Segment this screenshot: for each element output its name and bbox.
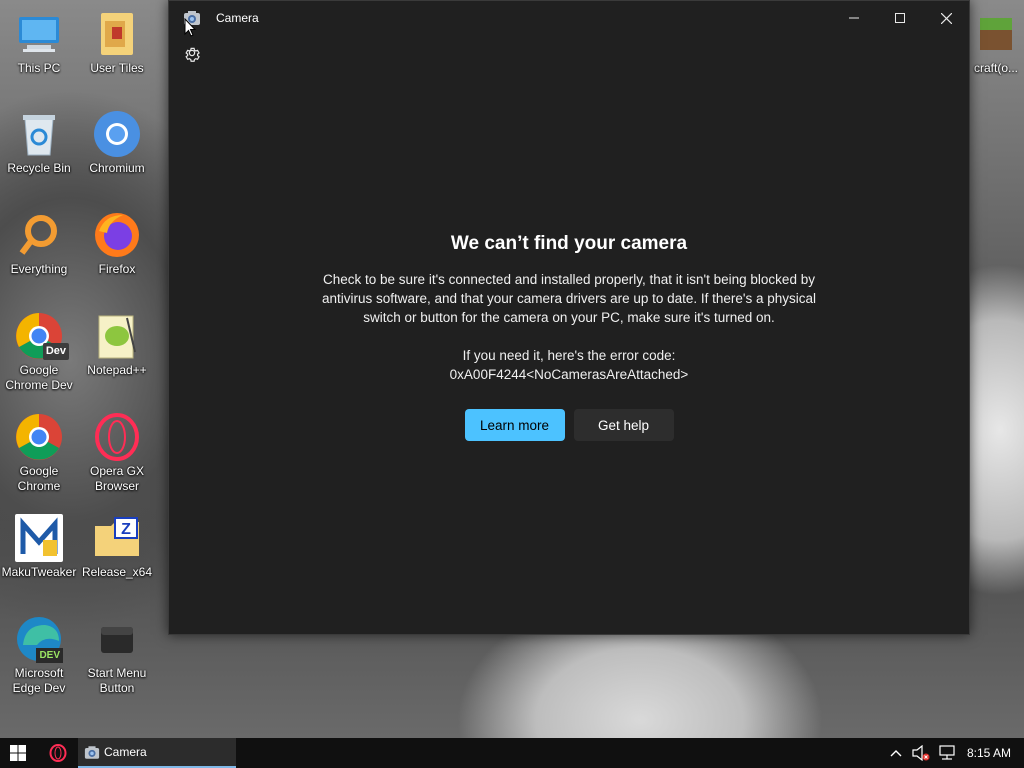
show-hidden-icons-button[interactable] [886, 738, 906, 768]
chrome-icon [15, 413, 63, 461]
minimize-icon [849, 17, 859, 19]
desktop-icon-label: Google Chrome Dev [5, 363, 73, 392]
desktop-icon-edge-dev[interactable]: DEV Microsoft Edge Dev [0, 615, 78, 696]
mouse-cursor-icon [184, 18, 196, 37]
clock[interactable]: 8:15 AM [962, 738, 1016, 768]
makutweaker-icon [15, 514, 63, 562]
taskbar-camera[interactable]: Camera [78, 738, 236, 768]
desktop-icon-label: Recycle Bin [7, 161, 71, 175]
desktop-icon-google-chrome[interactable]: Google Chrome [0, 413, 78, 494]
camera-app-icon [84, 746, 100, 759]
error-message: Check to be sure it's connected and inst… [321, 272, 817, 325]
desktop-icon-opera-gx[interactable]: Opera GX Browser [78, 413, 156, 494]
svg-text:Z: Z [121, 521, 131, 538]
learn-more-button[interactable]: Learn more [464, 409, 565, 441]
zip-folder-icon: Z [93, 514, 141, 562]
desktop-icon-label: This PC [17, 61, 61, 75]
desktop-icon-label: Everything [10, 262, 68, 276]
chevron-up-icon [890, 750, 902, 757]
notepad-plus-plus-icon [93, 312, 141, 360]
desktop-icon-start-menu-button[interactable]: Start Menu Button [78, 615, 156, 696]
chromium-icon [93, 110, 141, 158]
network-button[interactable] [936, 738, 958, 768]
camera-window: Camera We can’t find your camera Check t… [168, 0, 970, 635]
desktop-icon-minecraft[interactable]: craft(o... [962, 10, 1024, 76]
desktop-icon-label: Firefox [98, 262, 136, 276]
desktop-icon-label: Opera GX Browser [89, 464, 145, 493]
error-code-intro: If you need it, here's the error code: [462, 348, 676, 363]
network-icon [939, 745, 955, 760]
opera-gx-icon [93, 413, 141, 461]
desktop-icon-label: Notepad++ [87, 363, 147, 377]
desktop-icon-release-x64[interactable]: Z Release_x64 [78, 514, 156, 580]
desktop-icon-everything[interactable]: Everything [0, 211, 78, 277]
taskbar-camera-label: Camera [104, 745, 147, 759]
desktop-icon-recycle-bin[interactable]: Recycle Bin [0, 110, 78, 176]
firefox-icon [93, 211, 141, 259]
start-button[interactable] [0, 738, 36, 768]
desktop-icon-label: User Tiles [90, 61, 144, 75]
error-code: 0xA00F4244<NoCamerasAreAttached> [449, 367, 689, 382]
folder-icon [93, 10, 141, 58]
desktop-icon-label: MakuTweaker [1, 565, 77, 579]
maximize-button[interactable] [877, 1, 923, 35]
desktop-icon-chromium[interactable]: Chromium [78, 110, 156, 176]
desktop-icon-label: Microsoft Edge Dev [12, 666, 66, 695]
desktop-icon-google-chrome-dev[interactable]: Dev Google Chrome Dev [0, 312, 78, 393]
recycle-bin-icon [15, 110, 63, 158]
error-heading: We can’t find your camera [450, 233, 688, 254]
get-help-button[interactable]: Get help [573, 409, 674, 441]
volume-muted-button[interactable] [910, 738, 932, 768]
speaker-muted-icon [912, 745, 930, 761]
taskbar-opera-gx[interactable] [40, 738, 76, 768]
dev-badge: Dev [42, 343, 69, 360]
taskbar: Camera 8:15 AM [0, 738, 1024, 768]
opera-gx-icon [49, 744, 67, 762]
desktop-icon-notepad-plus-plus[interactable]: Notepad++ [78, 312, 156, 378]
dev-badge: DEV [36, 648, 63, 663]
desktop-icon-user-tiles[interactable]: User Tiles [78, 10, 156, 76]
gear-icon [185, 47, 200, 62]
title-bar[interactable]: Camera [169, 1, 969, 35]
desktop-icon-label: Google Chrome [17, 464, 61, 493]
desktop-icon-label: Release_x64 [81, 565, 153, 579]
clock-time: 8:15 AM [966, 746, 1012, 760]
minimize-button[interactable] [831, 1, 877, 35]
start-menu-button-icon [93, 615, 141, 663]
error-panel: We can’t find your camera Check to be su… [169, 233, 969, 441]
windows-logo-icon [10, 745, 26, 761]
close-button[interactable] [923, 1, 969, 35]
edge-dev-icon: DEV [15, 615, 63, 663]
desktop-icon-this-pc[interactable]: This PC [0, 10, 78, 76]
settings-button[interactable] [183, 44, 201, 62]
chrome-dev-icon: Dev [15, 312, 69, 360]
error-actions: Learn more Get help [169, 409, 969, 441]
close-icon [940, 12, 952, 24]
desktop-icon-label: craft(o... [973, 61, 1018, 75]
monitor-icon [15, 10, 63, 58]
desktop-icon-makutweaker[interactable]: MakuTweaker [0, 514, 78, 580]
everything-search-icon [15, 211, 63, 259]
maximize-icon [895, 13, 905, 23]
desktop-icon-label: Start Menu Button [87, 666, 147, 695]
desktop-icon-label: Chromium [89, 161, 145, 175]
window-title: Camera [216, 11, 259, 25]
desktop-icon-firefox[interactable]: Firefox [78, 211, 156, 277]
minecraft-icon [972, 10, 1020, 58]
